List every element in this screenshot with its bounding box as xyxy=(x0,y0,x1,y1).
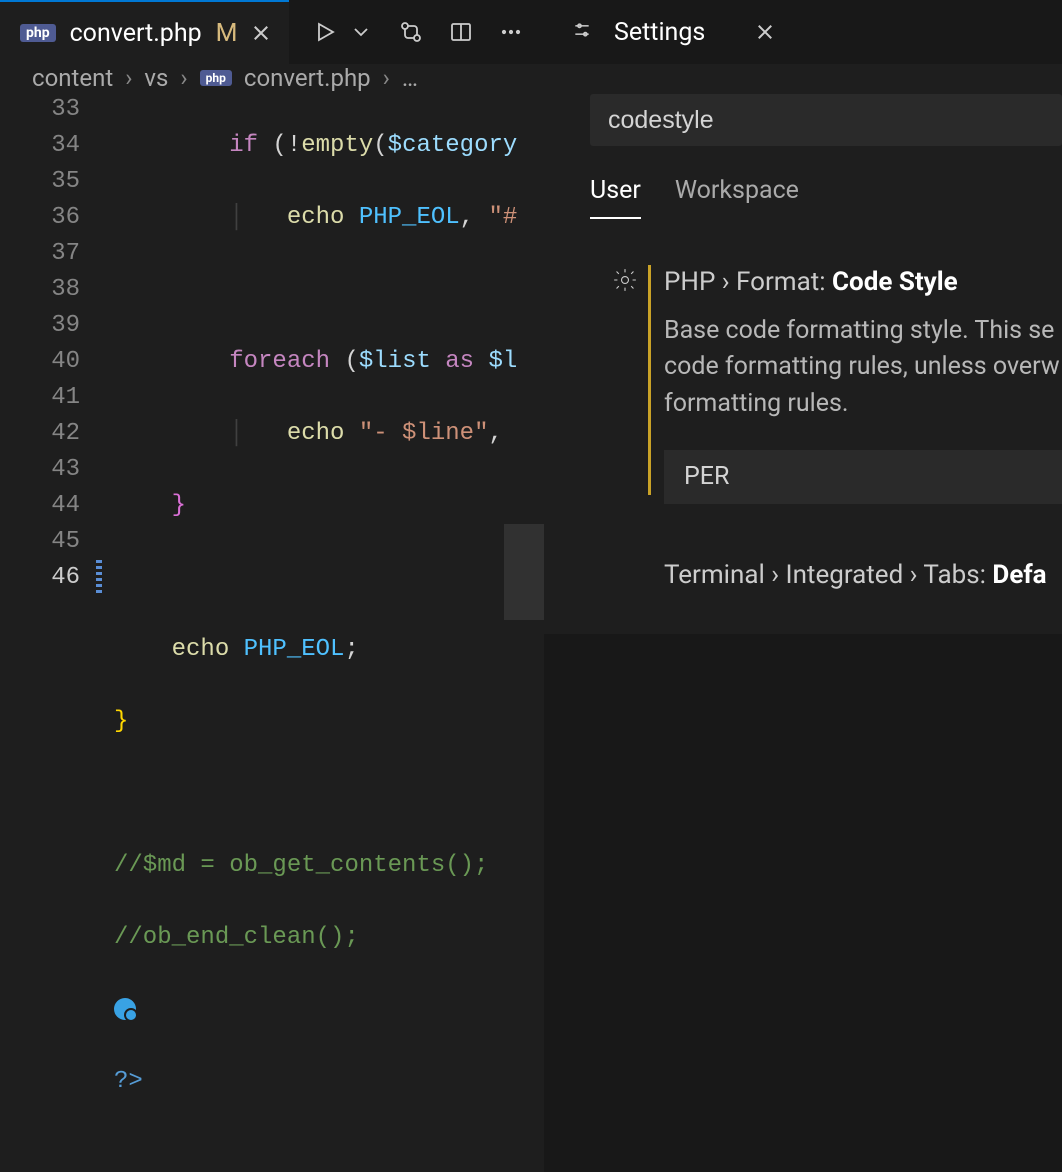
settings-title: Settings xyxy=(614,18,705,47)
setting-heading: PHP › Format: Code Style xyxy=(664,267,1062,297)
gear-icon[interactable] xyxy=(612,267,638,293)
minimap-slider[interactable] xyxy=(504,524,544,620)
modified-indicator xyxy=(648,265,651,495)
setting-terminal-tabs: Terminal › Integrated › Tabs: Defa xyxy=(590,560,1062,590)
settings-scope-tabs: User Workspace xyxy=(590,176,1062,219)
settings-sliders-icon xyxy=(572,20,592,44)
editor-actions xyxy=(289,20,523,44)
breadcrumb[interactable]: content › vs › php convert.php › … xyxy=(0,64,544,92)
code-content[interactable]: if (!empty($category │ echo PHP_EOL, "# … xyxy=(90,92,544,1172)
tab-modified-indicator: M xyxy=(216,19,238,48)
code-editor[interactable]: 33343536373839 40414243444546 if (!empty… xyxy=(0,92,544,1172)
crumb[interactable]: convert.php xyxy=(244,64,371,92)
lightbulb-icon[interactable] xyxy=(114,998,136,1020)
breadcrumb-more[interactable]: … xyxy=(402,64,418,92)
crumb[interactable]: vs xyxy=(144,64,168,92)
settings-body: User Workspace PHP › Format: Code Style … xyxy=(544,64,1062,634)
split-editor-icon[interactable] xyxy=(449,20,473,44)
editor-tab-bar: php convert.php M xyxy=(0,0,544,64)
line-gutter: 33343536373839 40414243444546 xyxy=(0,92,90,1172)
close-icon[interactable] xyxy=(755,22,775,42)
run-icon[interactable] xyxy=(313,20,337,44)
more-icon[interactable] xyxy=(499,20,523,44)
chevron-right-icon: › xyxy=(125,64,132,92)
editor-tab-convert[interactable]: php convert.php M xyxy=(0,0,289,64)
editor-pane: php convert.php M conten xyxy=(0,0,544,634)
crumb[interactable]: content xyxy=(32,64,113,92)
setting-description: Base code formatting style. This se code… xyxy=(664,313,1062,422)
chevron-down-icon[interactable] xyxy=(349,20,373,44)
close-icon[interactable] xyxy=(251,23,271,43)
scope-tab-user[interactable]: User xyxy=(590,176,641,219)
php-badge-icon: php xyxy=(200,70,232,86)
scope-tab-workspace[interactable]: Workspace xyxy=(675,176,799,219)
chevron-right-icon: › xyxy=(180,64,187,92)
settings-tab[interactable]: Settings xyxy=(544,0,1062,64)
git-compare-icon[interactable] xyxy=(399,20,423,44)
php-badge-icon: php xyxy=(20,24,56,42)
settings-pane: Settings User Workspace PHP › Format: Co… xyxy=(544,0,1062,634)
settings-search-input[interactable] xyxy=(590,94,1062,146)
setting-select-codestyle[interactable]: PER xyxy=(664,450,1062,504)
chevron-right-icon: › xyxy=(383,64,390,92)
setting-php-codestyle: PHP › Format: Code Style Base code forma… xyxy=(590,267,1062,504)
tab-title: convert.php xyxy=(70,19,202,48)
active-line-indicator xyxy=(96,560,102,596)
